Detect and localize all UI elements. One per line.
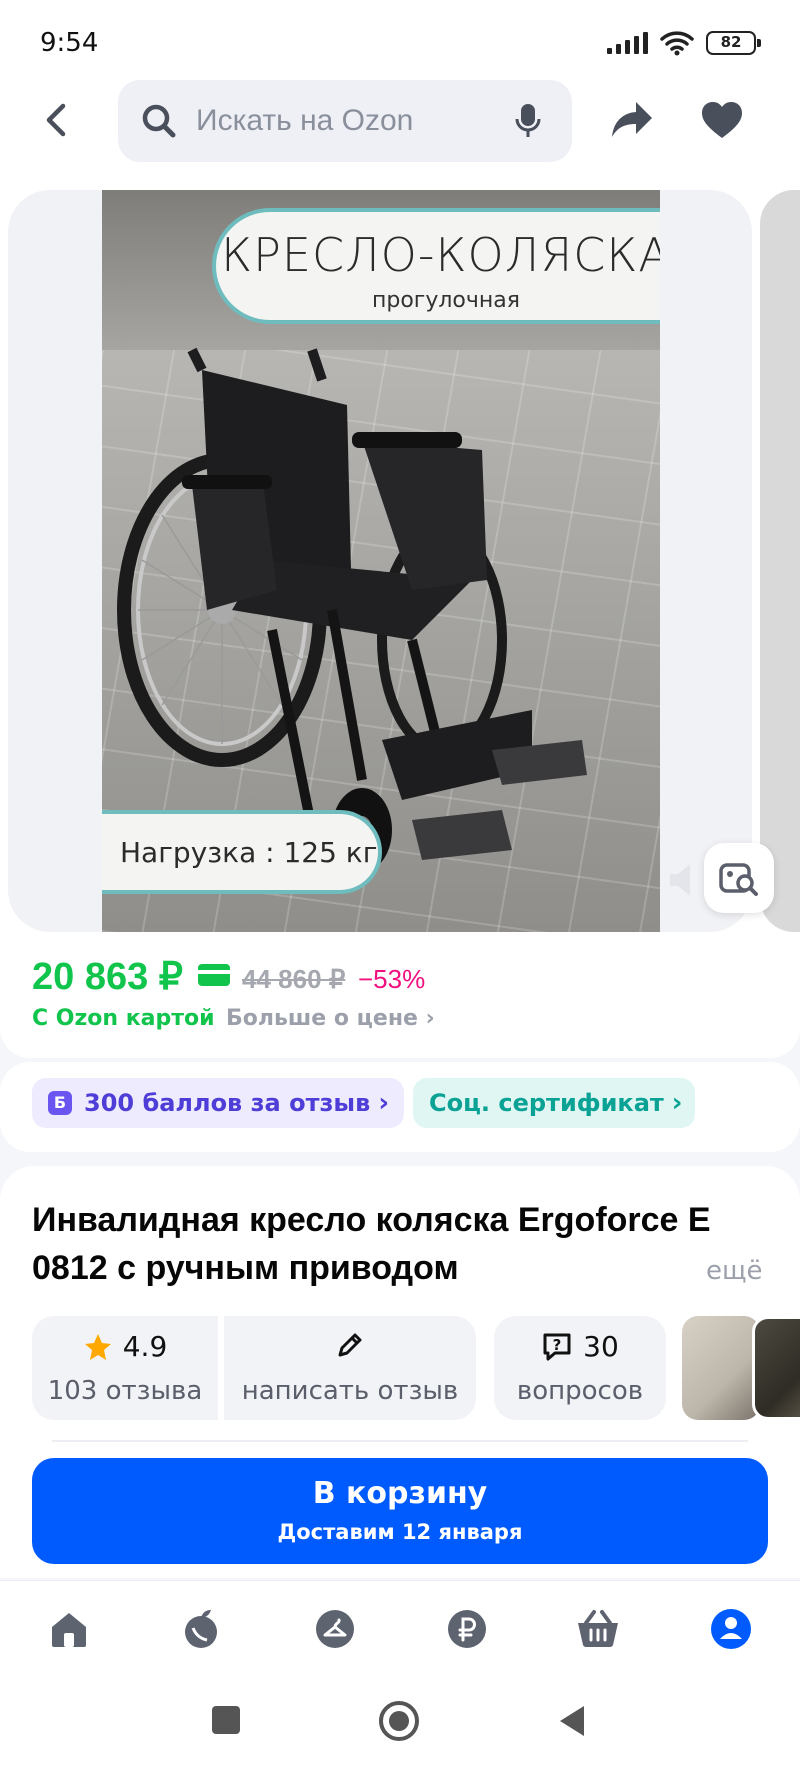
status-bar: 9:54 82 (0, 0, 800, 80)
back-triangle-icon[interactable] (556, 1704, 588, 1738)
signal-icon (607, 32, 648, 54)
questions-label: вопросов (516, 1376, 644, 1406)
image-search-button[interactable] (704, 843, 774, 913)
microphone-icon[interactable] (514, 102, 542, 140)
rating-value: 4.9 (122, 1330, 168, 1363)
review-points-chip[interactable]: Б 300 баллов за отзыв › (32, 1078, 404, 1128)
question-bubble-icon: ? (543, 1333, 571, 1360)
gallery-next-slide[interactable] (760, 190, 800, 932)
back-button[interactable] (36, 100, 76, 140)
chevron-right-icon: › (378, 1088, 390, 1118)
product-page: 9:54 82 Искать на Ozon КРЕСЛО-КОЛЯСКА пр… (0, 0, 800, 1777)
nav-home[interactable] (45, 1605, 93, 1653)
nav-fashion[interactable] (311, 1605, 359, 1653)
ozon-card-icon (198, 964, 230, 986)
divider (52, 1440, 748, 1442)
fresh-icon (185, 1610, 217, 1648)
reviews-count: 103 отзыва (47, 1376, 203, 1406)
write-review-button[interactable]: написать отзыв (224, 1316, 476, 1420)
certificate-label: Соц. сертификат (429, 1089, 664, 1117)
review-photo-thumbnail[interactable] (682, 1316, 760, 1420)
system-navigation (0, 1682, 800, 1777)
pencil-icon (338, 1333, 362, 1357)
svg-text:?: ? (553, 1336, 562, 1354)
nav-cart[interactable] (574, 1605, 622, 1653)
nav-fresh[interactable] (177, 1605, 225, 1653)
price-block: 20 863 ₽ 44 860 ₽ −53% С Ozon картой Бол… (0, 950, 800, 1058)
wheelchair-image (117, 347, 587, 870)
wifi-icon (660, 31, 694, 56)
title-more-link[interactable]: ещё (706, 1256, 762, 1286)
product-photo: КРЕСЛО-КОЛЯСКА прогулочная Нагрузка : 12… (102, 190, 660, 932)
home-icon (52, 1613, 86, 1647)
product-title: Инвалидная кресло коляска Ergoforce E 08… (32, 1201, 711, 1287)
old-price: 44 860 ₽ (242, 964, 346, 994)
write-review-label: написать отзыв (241, 1376, 459, 1406)
review-photo-thumbnail[interactable] (752, 1316, 800, 1420)
add-to-cart-button[interactable]: В корзину Доставим 12 января (32, 1458, 768, 1564)
status-time: 9:54 (40, 28, 99, 58)
review-points-label: 300 баллов за отзыв (84, 1089, 371, 1117)
photo-banner-title: КРЕСЛО-КОЛЯСКА прогулочная (212, 208, 660, 324)
profile-icon (711, 1609, 751, 1649)
battery-indicator: 82 (706, 31, 761, 55)
points-icon: Б (48, 1091, 72, 1115)
search-bar[interactable]: Искать на Ozon (118, 80, 572, 162)
search-placeholder: Искать на Ozon (196, 104, 414, 137)
heart-icon (702, 102, 742, 138)
bottom-navigation (0, 1580, 800, 1682)
questions-count: 30 (583, 1330, 619, 1363)
recent-apps-icon[interactable] (210, 1704, 242, 1736)
status-icons: 82 (607, 30, 761, 56)
mute-icon[interactable] (668, 860, 702, 900)
share-icon (612, 102, 652, 137)
share-button[interactable] (610, 100, 654, 144)
rating-stat[interactable]: 4.9 103 отзыва (32, 1316, 218, 1420)
basket-icon (578, 1610, 618, 1647)
hanger-icon (316, 1610, 354, 1648)
app-header: Искать на Ozon (0, 80, 800, 190)
image-search-icon (719, 863, 758, 896)
nav-finance[interactable] (443, 1605, 491, 1653)
photo-banner-load: Нагрузка : 125 кг (102, 810, 382, 894)
product-gallery[interactable]: КРЕСЛО-КОЛЯСКА прогулочная Нагрузка : 12… (0, 190, 800, 950)
ruble-icon (448, 1610, 486, 1648)
discount-badge: −53% (358, 964, 426, 994)
certificate-chip[interactable]: Соц. сертификат › (413, 1078, 695, 1128)
gallery-slide[interactable]: КРЕСЛО-КОЛЯСКА прогулочная Нагрузка : 12… (8, 190, 752, 932)
star-icon (84, 1333, 111, 1360)
search-icon (142, 104, 176, 138)
questions-stat[interactable]: ? 30 вопросов (494, 1316, 666, 1420)
back-arrow-icon (46, 103, 66, 137)
current-price: 20 863 ₽ (32, 956, 183, 998)
home-circle-icon[interactable] (378, 1700, 420, 1742)
product-info: Инвалидная кресло коляска Ergoforce E 08… (0, 1166, 800, 1578)
nav-profile[interactable] (707, 1605, 755, 1653)
ozon-card-label: С Ozon картой (32, 1006, 215, 1031)
add-to-cart-label: В корзину (312, 1476, 488, 1511)
price-details-link[interactable]: Больше о цене › (226, 1006, 435, 1031)
chevron-right-icon: › (671, 1088, 683, 1118)
favorite-button[interactable] (700, 100, 744, 144)
delivery-date: Доставим 12 января (277, 1520, 523, 1544)
promo-chips: Б 300 баллов за отзыв › Соц. сертификат › (0, 1062, 800, 1152)
